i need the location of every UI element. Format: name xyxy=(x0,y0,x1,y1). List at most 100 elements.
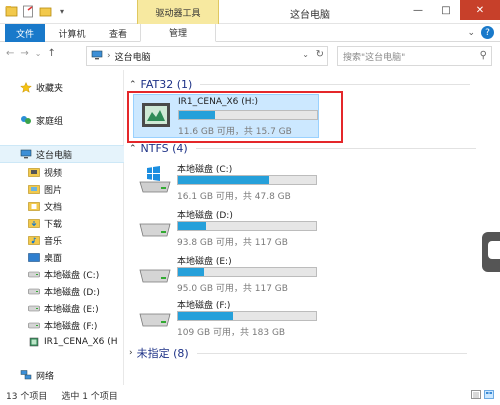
group-header-fat32[interactable]: ⌃ FAT32 (1) xyxy=(129,78,471,91)
search-placeholder: 搜索"这台电脑" xyxy=(343,52,406,63)
help-icon[interactable]: ? xyxy=(481,26,494,39)
drive-name: 本地磁盘 (F:) xyxy=(177,301,231,311)
downloads-folder-icon xyxy=(28,218,40,228)
side-tab-inner xyxy=(488,241,500,259)
side-tab-handle[interactable] xyxy=(482,232,500,272)
drive-free-space: 16.1 GB 可用，共 47.8 GB xyxy=(177,192,291,202)
navigation-pane: 收藏夹 家庭组 这台电脑 视频 图片 文档 下载 音乐 桌面 本地磁盘 (C:)… xyxy=(0,70,124,385)
view-switcher xyxy=(471,390,494,402)
sidebar-item-documents[interactable]: 文档 xyxy=(0,197,124,215)
music-folder-icon xyxy=(28,235,40,245)
drive-item-disk-f[interactable]: 本地磁盘 (F:) 109 GB 可用，共 183 GB xyxy=(133,296,333,342)
properties-icon[interactable] xyxy=(21,3,35,19)
drive-name: 本地磁盘 (D:) xyxy=(177,211,233,221)
disk-icon xyxy=(28,303,40,313)
address-dropdown-icon[interactable]: ⌄ xyxy=(302,50,309,59)
sidebar-item-music[interactable]: 音乐 xyxy=(0,231,124,249)
group-header-unspecified[interactable]: › 未指定 (8) xyxy=(129,345,467,361)
sidebar-item-pictures[interactable]: 图片 xyxy=(0,180,124,198)
pictures-folder-icon xyxy=(28,184,40,194)
minimize-button[interactable]: — xyxy=(404,0,432,20)
sidebar-item-homegroup[interactable]: 家庭组 xyxy=(0,111,124,129)
drive-usage-bar xyxy=(177,267,317,277)
back-button[interactable]: ← xyxy=(6,48,14,59)
address-bar[interactable]: › 这台电脑 ⌄ ↻ xyxy=(86,46,328,66)
drive-usage-fill xyxy=(178,176,270,184)
ribbon-right-controls: ⌄ ? xyxy=(467,26,494,39)
drive-name: 本地磁盘 (C:) xyxy=(177,165,233,175)
window-controls: — □ ✕ xyxy=(404,0,500,20)
star-icon xyxy=(20,81,32,93)
sidebar-item-usb-h[interactable]: IR1_CENA_X6 (H xyxy=(0,333,124,351)
new-folder-icon[interactable] xyxy=(38,3,52,19)
disk-icon xyxy=(137,302,173,330)
drive-usage-fill xyxy=(178,312,234,320)
expand-chevron-icon: › xyxy=(129,348,133,358)
computer-icon xyxy=(20,149,32,159)
video-folder-icon xyxy=(28,167,40,177)
disk-icon xyxy=(28,320,40,330)
drive-usage-bar xyxy=(177,175,317,185)
disk-icon xyxy=(28,269,40,279)
sidebar-item-this-pc[interactable]: 这台电脑 xyxy=(0,145,124,163)
window-title: 这台电脑 xyxy=(290,10,330,21)
expand-ribbon-icon[interactable]: ⌄ xyxy=(467,28,475,38)
group-header-ntfs[interactable]: ⌃ NTFS (4) xyxy=(129,142,476,155)
sidebar-item-favorites[interactable]: 收藏夹 xyxy=(0,78,124,96)
disk-icon xyxy=(28,286,40,296)
quick-access-toolbar: ▾ xyxy=(4,3,69,19)
drive-usage-fill xyxy=(178,222,206,230)
disk-icon xyxy=(137,258,173,286)
sidebar-item-downloads[interactable]: 下载 xyxy=(0,214,124,232)
sidebar-item-disk-d[interactable]: 本地磁盘 (D:) xyxy=(0,282,124,300)
status-bar: 13 个项目 选中 1 个项目 xyxy=(0,385,500,405)
tiles-view-icon[interactable] xyxy=(484,390,494,402)
close-button[interactable]: ✕ xyxy=(460,0,500,20)
sidebar-item-disk-c[interactable]: 本地磁盘 (C:) xyxy=(0,265,124,283)
drive-name: 本地磁盘 (E:) xyxy=(177,257,232,267)
usb-drive-icon xyxy=(28,337,40,347)
drive-free-space: 93.8 GB 可用，共 117 GB xyxy=(177,238,288,248)
drive-free-space: 95.0 GB 可用，共 117 GB xyxy=(177,284,288,294)
drive-usage-bar xyxy=(177,311,317,321)
group-divider xyxy=(200,84,471,85)
computer-small-icon xyxy=(91,50,103,63)
windows-disk-icon xyxy=(137,166,173,194)
up-button[interactable]: ↑ xyxy=(47,48,55,59)
tab-view[interactable]: 查看 xyxy=(100,24,136,42)
sidebar-item-network[interactable]: 网络 xyxy=(0,366,124,384)
tab-computer[interactable]: 计算机 xyxy=(52,24,92,42)
breadcrumb-separator: › xyxy=(107,51,111,61)
sidebar-item-videos[interactable]: 视频 xyxy=(0,163,124,181)
sidebar-item-disk-f[interactable]: 本地磁盘 (F:) xyxy=(0,316,124,334)
drive-item-disk-c[interactable]: 本地磁盘 (C:) 16.1 GB 可用，共 47.8 GB xyxy=(133,160,333,206)
search-input[interactable]: 搜索"这台电脑" ⚲ xyxy=(337,46,492,66)
maximize-button[interactable]: □ xyxy=(432,0,460,20)
desktop-folder-icon xyxy=(28,252,40,262)
refresh-icon[interactable]: ↻ xyxy=(316,49,324,60)
sidebar-item-disk-e[interactable]: 本地磁盘 (E:) xyxy=(0,299,124,317)
drive-item-disk-d[interactable]: 本地磁盘 (D:) 93.8 GB 可用，共 117 GB xyxy=(133,206,333,252)
breadcrumb-this-pc[interactable]: 这台电脑 xyxy=(115,50,151,63)
qat-dropdown-icon[interactable]: ▾ xyxy=(55,3,69,19)
drive-tools-context-label: 驱动器工具 xyxy=(137,0,219,24)
recent-locations-dropdown-icon[interactable]: ⌄ xyxy=(35,49,42,58)
tab-file[interactable]: 文件 xyxy=(5,24,45,42)
navigation-buttons: ← → ⌄ ↑ xyxy=(6,48,56,59)
disk-icon xyxy=(137,212,173,240)
forward-button[interactable]: → xyxy=(20,48,28,59)
tab-manage[interactable]: 管理 xyxy=(140,24,216,42)
drive-usage-fill xyxy=(178,268,205,276)
homegroup-icon xyxy=(20,115,32,125)
collapse-chevron-icon: ⌃ xyxy=(129,143,137,154)
explorer-icon[interactable] xyxy=(4,3,18,19)
sidebar-item-desktop[interactable]: 桌面 xyxy=(0,248,124,266)
highlight-annotation-box xyxy=(127,91,343,143)
drive-free-space: 109 GB 可用，共 183 GB xyxy=(177,328,286,338)
details-view-icon[interactable] xyxy=(471,390,481,402)
search-icon[interactable]: ⚲ xyxy=(480,50,487,61)
drive-item-disk-e[interactable]: 本地磁盘 (E:) 95.0 GB 可用，共 117 GB xyxy=(133,252,333,298)
collapse-chevron-icon: ⌃ xyxy=(129,79,137,90)
drive-usage-bar xyxy=(177,221,317,231)
network-icon xyxy=(20,370,32,380)
